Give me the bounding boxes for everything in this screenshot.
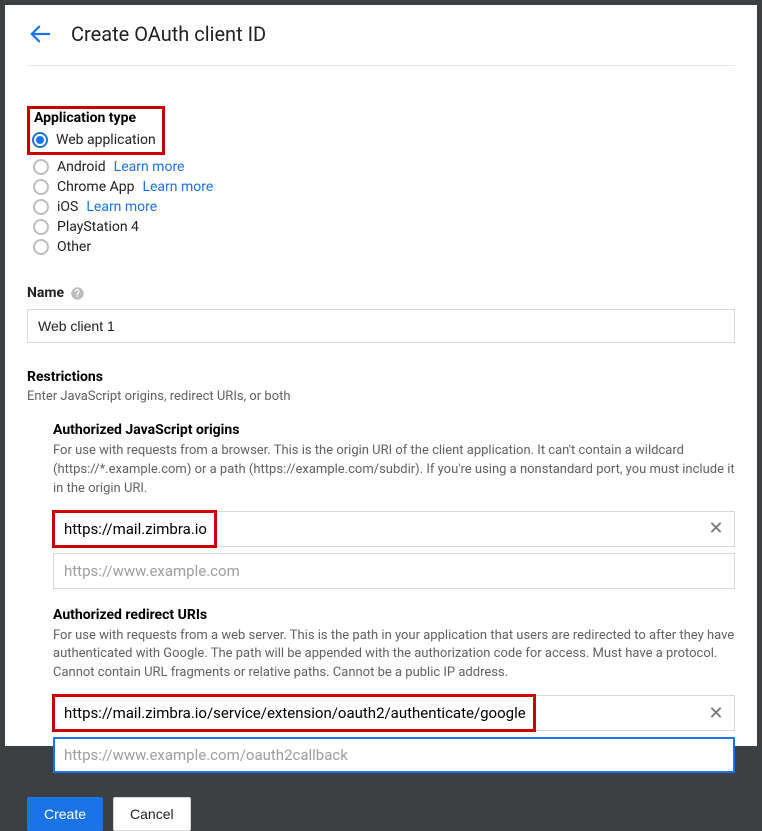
app-type-option-chrome[interactable]: Chrome App Learn more (33, 177, 735, 197)
app-type-option-web[interactable]: Web application (32, 130, 156, 150)
redirect-uris-title: Authorized redirect URIs (53, 607, 735, 623)
clear-icon[interactable]: ✕ (698, 512, 734, 546)
app-type-option-ios[interactable]: iOS Learn more (33, 197, 735, 217)
js-origins-title: Authorized JavaScript origins (53, 422, 735, 438)
learn-more-link[interactable]: Learn more (86, 199, 157, 215)
cancel-button[interactable]: Cancel (113, 797, 191, 831)
radio-label: iOS (57, 199, 78, 215)
redirect-uri-entry: https://mail.zimbra.io/service/extension… (53, 695, 735, 731)
js-origin-entry: https://mail.zimbra.io ✕ (53, 511, 735, 547)
app-type-option-android[interactable]: Android Learn more (33, 157, 735, 177)
js-origin-add-input[interactable]: https://www.example.com (53, 553, 735, 589)
form-actions: Create Cancel (27, 797, 735, 831)
application-type-label: Application type (32, 110, 156, 126)
radio-label: PlayStation 4 (57, 219, 139, 235)
restrictions-subtitle: Enter JavaScript origins, redirect URIs,… (27, 389, 735, 404)
clear-icon[interactable]: ✕ (698, 696, 734, 730)
radio-icon (32, 132, 48, 148)
application-type-highlight: Application type Web application (27, 106, 165, 155)
radio-icon (33, 239, 49, 255)
help-icon[interactable] (70, 286, 85, 301)
name-input[interactable] (27, 309, 735, 343)
radio-icon (33, 219, 49, 235)
radio-label: Chrome App (57, 179, 134, 195)
name-field-block: Name (27, 285, 735, 343)
application-type-section: Application type Web application Android… (27, 106, 735, 257)
redirect-uri-value[interactable]: https://mail.zimbra.io/service/extension… (54, 696, 698, 730)
radio-label: Other (57, 239, 91, 255)
redirect-uris-block: Authorized redirect URIs For use with re… (53, 607, 735, 774)
page-header: Create OAuth client ID (27, 21, 735, 66)
app-type-options-rest: Android Learn more Chrome App Learn more… (33, 157, 735, 257)
learn-more-link[interactable]: Learn more (114, 159, 185, 175)
radio-icon (33, 179, 49, 195)
radio-label: Android (57, 159, 106, 175)
radio-icon (33, 159, 49, 175)
app-type-option-ps4[interactable]: PlayStation 4 (33, 217, 735, 237)
learn-more-link[interactable]: Learn more (142, 179, 213, 195)
restrictions-section: Restrictions Enter JavaScript origins, r… (27, 369, 735, 773)
app-type-option-other[interactable]: Other (33, 237, 735, 257)
create-button[interactable]: Create (27, 797, 103, 831)
back-arrow-icon[interactable] (27, 21, 53, 47)
radio-icon (33, 199, 49, 215)
redirect-uri-add-input[interactable]: https://www.example.com/oauth2callback (53, 737, 735, 773)
restrictions-title: Restrictions (27, 369, 735, 385)
js-origins-block: Authorized JavaScript origins For use wi… (53, 422, 735, 589)
page-title: Create OAuth client ID (71, 22, 266, 46)
js-origin-value[interactable]: https://mail.zimbra.io (54, 512, 698, 546)
oauth-create-page: Create OAuth client ID Application type … (5, 5, 757, 746)
js-origins-desc: For use with requests from a browser. Th… (53, 442, 735, 499)
radio-label: Web application (56, 132, 156, 148)
redirect-uris-desc: For use with requests from a web server.… (53, 627, 735, 684)
name-field-label-row: Name (27, 285, 735, 301)
name-field-label: Name (27, 285, 64, 301)
